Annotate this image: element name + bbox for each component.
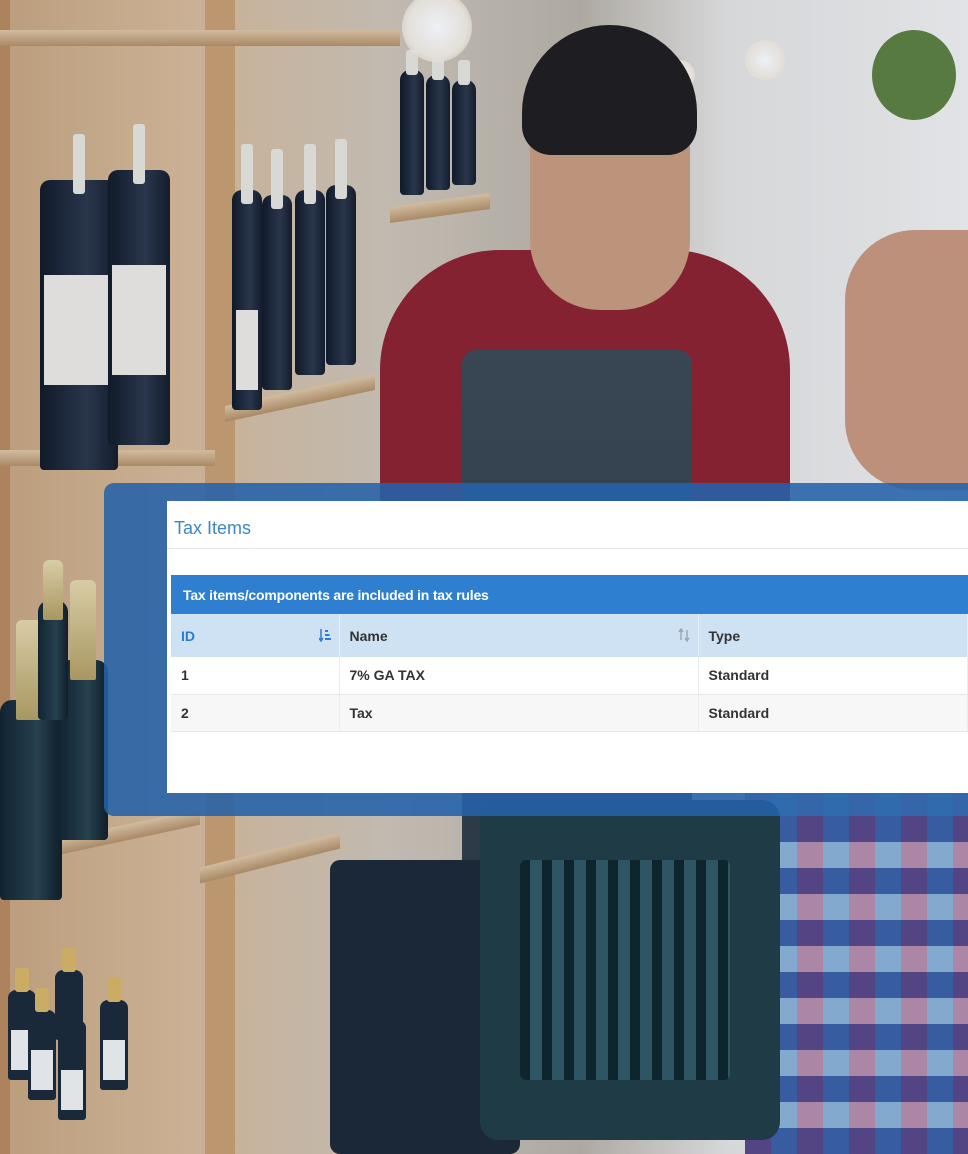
- cell-id: 2: [171, 694, 340, 732]
- tax-items-table: ID Name Type 1 7% GA TAX Standard 2 Tax …: [171, 614, 968, 732]
- cell-type: Standard: [698, 694, 968, 732]
- column-header-name[interactable]: Name: [339, 614, 699, 657]
- column-header-label: Name: [349, 627, 388, 644]
- panel-title: Tax Items: [174, 518, 252, 538]
- cell-name: Tax: [339, 694, 699, 732]
- sort-ascending-icon[interactable]: [318, 628, 331, 642]
- table-header-row: ID Name Type: [171, 614, 968, 657]
- cell-type: Standard: [698, 657, 968, 695]
- column-header-type[interactable]: Type: [698, 614, 968, 657]
- sort-both-icon[interactable]: [677, 628, 690, 642]
- column-header-id[interactable]: ID: [171, 614, 340, 657]
- table-caption: Tax items/components are included in tax…: [171, 575, 968, 614]
- table-row[interactable]: 1 7% GA TAX Standard: [171, 657, 968, 695]
- table-row[interactable]: 2 Tax Standard: [171, 694, 968, 732]
- column-header-label: ID: [181, 627, 195, 644]
- tax-items-panel: Tax Items Tax items/components are inclu…: [167, 501, 968, 793]
- cell-name: 7% GA TAX: [339, 657, 699, 695]
- cell-id: 1: [171, 657, 340, 695]
- panel-header: Tax Items: [167, 501, 968, 549]
- column-header-label: Type: [708, 627, 741, 644]
- tax-items-table-wrapper: Tax items/components are included in tax…: [171, 575, 968, 732]
